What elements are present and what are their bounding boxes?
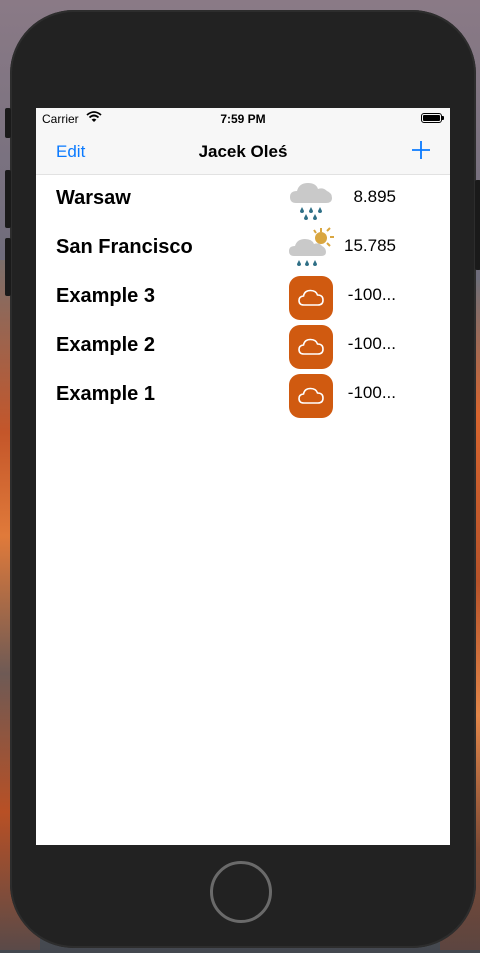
list-item[interactable]: San Francisco 15.785 [36, 224, 450, 273]
status-time: 7:59 PM [220, 112, 266, 126]
placeholder-cloud-icon [288, 373, 334, 419]
list-item[interactable]: Example 3 -100... [36, 273, 450, 322]
volume-down-button [5, 238, 11, 296]
status-bar: Carrier 7:59 PM [36, 108, 450, 130]
partly-cloudy-rain-icon [288, 226, 334, 272]
city-list: Warsaw 8.895 San Francisco 15.785 Exampl… [36, 175, 450, 420]
rain-cloud-icon [288, 177, 334, 223]
temperature-value: -100... [347, 383, 396, 402]
mute-switch [5, 108, 11, 138]
battery-icon [421, 113, 444, 123]
city-name: Example 1 [56, 383, 155, 405]
temperature-value: -100... [347, 285, 396, 304]
power-button [475, 180, 480, 270]
plus-icon[interactable] [410, 139, 432, 161]
list-item[interactable]: Warsaw 8.895 [36, 175, 450, 224]
city-name: San Francisco [56, 236, 193, 258]
list-item[interactable]: Example 1 -100... [36, 371, 450, 420]
temperature-value: -100... [347, 334, 396, 353]
page-title: Jacek Oleś [198, 142, 288, 161]
volume-up-button [5, 170, 11, 228]
home-button[interactable] [210, 861, 272, 923]
temperature-value: 15.785 [344, 236, 396, 255]
app-screen: Carrier 7:59 PM Edit Jacek Oleś Warsaw 8… [36, 108, 450, 845]
city-name: Warsaw [56, 187, 131, 209]
placeholder-cloud-icon [288, 324, 334, 370]
navigation-bar: Edit Jacek Oleś [36, 130, 450, 175]
city-name: Example 2 [56, 334, 155, 356]
city-name: Example 3 [56, 285, 155, 307]
list-item[interactable]: Example 2 -100... [36, 322, 450, 371]
placeholder-cloud-icon [288, 275, 334, 321]
temperature-value: 8.895 [353, 187, 396, 206]
